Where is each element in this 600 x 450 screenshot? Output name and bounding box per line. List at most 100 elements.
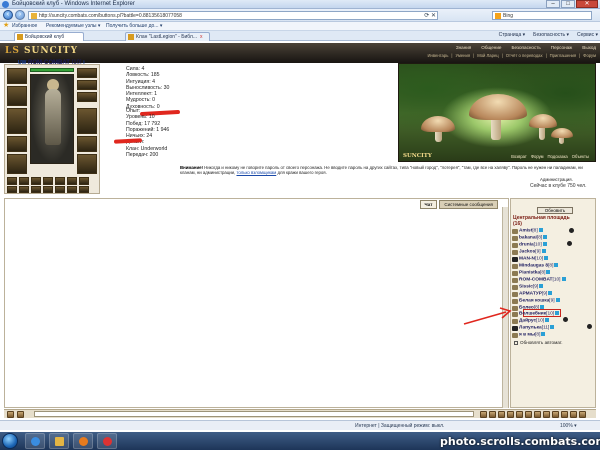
submenu-larec[interactable]: Мой Ларец — [477, 53, 499, 58]
user-item[interactable]: Белая кошка[9] — [519, 298, 560, 303]
toolbar-icon[interactable] — [543, 411, 550, 418]
scroll-slot-icon[interactable] — [19, 186, 29, 193]
scroll-slot-icon[interactable] — [19, 177, 29, 185]
user-item[interactable]: MAN-N[10] — [519, 256, 549, 261]
scroll-slot-icon[interactable] — [7, 186, 17, 193]
user-item[interactable]: Amist[8] — [519, 228, 543, 233]
character-figure[interactable] — [30, 74, 74, 164]
search-input[interactable]: Bing — [492, 11, 592, 20]
gloves-slot-icon[interactable] — [7, 154, 27, 174]
scroll-slot-icon[interactable] — [31, 186, 41, 193]
toolbar-icon[interactable] — [498, 411, 505, 418]
user-item[interactable]: Mindaugas 8[8] — [519, 263, 559, 268]
boots-slot-icon[interactable] — [77, 154, 97, 174]
site-logo[interactable]: LS SUNCITY — [5, 46, 78, 56]
toolbar-icon[interactable] — [561, 411, 568, 418]
menu-vyhod[interactable]: Выход — [582, 45, 596, 50]
start-button[interactable] — [2, 433, 18, 449]
warning-link[interactable]: только взломщикам — [236, 170, 276, 175]
submenu-umeniya[interactable]: Умения — [455, 53, 470, 58]
scroll-slot-icon[interactable] — [67, 186, 77, 193]
menu-znaniya[interactable]: Знания — [456, 45, 471, 50]
toolbar-icon[interactable] — [516, 411, 523, 418]
zoom-level[interactable]: 100% ▾ — [560, 423, 577, 429]
user-item[interactable]: Дайрус[10] — [519, 318, 550, 323]
chat-input[interactable] — [34, 411, 474, 417]
chat-mode-icon[interactable] — [7, 411, 14, 418]
scroll-slot-icon[interactable] — [79, 186, 89, 193]
user-item[interactable]: ROM-COMBAT[10] — [519, 277, 566, 282]
taskbar-app-icon[interactable] — [97, 433, 117, 449]
page-menu[interactable]: Страница ▾ — [499, 32, 526, 38]
menu-obshchenie[interactable]: Общение — [481, 45, 501, 50]
scroll-slot-icon[interactable] — [43, 177, 53, 185]
user-item[interactable]: drunia[10] — [519, 242, 547, 247]
chat-filter-icon[interactable] — [17, 411, 24, 418]
tools-menu[interactable]: Сервис ▾ — [577, 32, 598, 38]
submenu-inventar[interactable]: Инвентарь — [428, 53, 449, 58]
toolbar-icon[interactable] — [525, 411, 532, 418]
scroll-slot-icon[interactable] — [55, 177, 65, 185]
user-item[interactable]: Sissic[9] — [519, 284, 544, 289]
tab-close-icon[interactable]: x — [200, 34, 203, 40]
toolbar-icon[interactable] — [579, 411, 586, 418]
location-image[interactable]: SUNCITY Возврат Форум Подсказка Объекты — [398, 63, 596, 162]
user-item[interactable]: я в мы[8] — [519, 332, 546, 337]
toolbar-icon[interactable] — [552, 411, 559, 418]
chat-area[interactable]: Чат Системные сообщения — [4, 198, 509, 408]
scroll-slot-icon[interactable] — [7, 177, 17, 185]
user-item[interactable]: Лапулька[11] — [519, 325, 555, 330]
scroll-slot-icon[interactable] — [55, 186, 65, 193]
favorites-item[interactable]: Получить больше до... ▾ — [106, 23, 162, 29]
taskbar-explorer-icon[interactable] — [49, 433, 69, 449]
scroll-slot-icon[interactable] — [67, 177, 77, 185]
belt-slot-icon[interactable] — [7, 136, 27, 152]
tab-lastlegion[interactable]: Клан "LastLegion" - Библ... x — [125, 32, 210, 41]
taskbar-media-icon[interactable] — [73, 433, 93, 449]
submenu-forum[interactable]: Форум — [583, 53, 596, 58]
submenu-priglasheniya[interactable]: Приглашения — [550, 53, 577, 58]
menu-personazh[interactable]: Персонаж — [551, 45, 572, 50]
favorites-item[interactable]: Рекомендуемые узлы ▾ — [46, 23, 100, 29]
toolbar-icon[interactable] — [570, 411, 577, 418]
forward-button[interactable]: › — [15, 10, 25, 20]
minimize-icon[interactable]: – — [546, 0, 560, 8]
scroll-slot-icon[interactable] — [79, 177, 89, 185]
scene-link-return[interactable]: Возврат — [511, 154, 527, 159]
toolbar-icon[interactable] — [507, 411, 514, 418]
maximize-icon[interactable]: □ — [561, 0, 575, 8]
helmet-slot-icon[interactable] — [7, 68, 27, 84]
scroll-slot-icon[interactable] — [31, 177, 41, 185]
user-item[interactable]: Pianistka[8] — [519, 270, 551, 275]
menu-bezopasnost[interactable]: Безопасность — [511, 45, 540, 50]
bracers-slot-icon[interactable] — [77, 136, 97, 152]
user-item[interactable]: Jackos[9] — [519, 249, 546, 254]
ring-slot-icon[interactable] — [77, 92, 97, 102]
safety-menu[interactable]: Безопасность ▾ — [533, 32, 569, 38]
tab-chat[interactable]: Чат — [419, 200, 438, 209]
user-item[interactable]: bakanai[8] — [519, 235, 548, 240]
scene-link-forum[interactable]: Форум — [531, 154, 544, 159]
scene-link-objects[interactable]: Объекты — [572, 154, 589, 159]
scroll-slot-icon[interactable] — [43, 186, 53, 193]
toolbar-icon[interactable] — [489, 411, 496, 418]
favorites-star-icon[interactable]: ★ — [3, 22, 9, 29]
shield-slot-icon[interactable] — [77, 108, 97, 134]
refresh-button[interactable]: Обновить — [537, 207, 573, 214]
user-item-highlighted[interactable]: Волшебник[10] — [519, 311, 560, 316]
auto-refresh-checkbox[interactable]: Обновлять автомат. — [514, 340, 563, 345]
tab-boicovsky-klub[interactable]: Бойцовский клуб — [14, 32, 84, 41]
earring-slot-icon[interactable] — [77, 68, 97, 78]
toolbar-icon[interactable] — [480, 411, 487, 418]
toolbar-icon[interactable] — [534, 411, 541, 418]
amulet-slot-icon[interactable] — [77, 80, 97, 90]
favorites-button[interactable]: Избранное — [12, 23, 37, 29]
address-actions[interactable]: ⟳ ✕ — [424, 12, 436, 20]
weapon-slot-icon[interactable] — [7, 86, 27, 106]
back-button[interactable]: ‹ — [3, 10, 13, 20]
address-bar[interactable]: http://suncity.combats.com/buttons.pl?ba… — [28, 11, 438, 20]
submenu-perevody[interactable]: Отчёт о переводах — [506, 53, 543, 58]
scene-link-hint[interactable]: Подсказка — [548, 154, 568, 159]
taskbar-ie-icon[interactable] — [25, 433, 45, 449]
user-item[interactable]: АРМАТУР[9] — [519, 291, 553, 296]
